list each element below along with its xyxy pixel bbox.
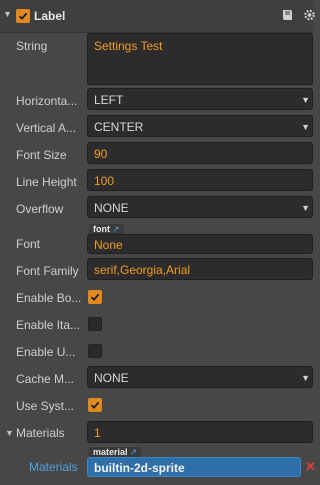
cache-mode-label: Cache M... <box>16 372 75 386</box>
enable-underline-checkbox[interactable] <box>88 344 102 358</box>
enable-italic-checkbox[interactable] <box>88 317 102 331</box>
material-value: builtin-2d-sprite <box>94 461 185 475</box>
font-family-label: Font Family <box>16 264 79 278</box>
chevron-down-icon: ▼ <box>301 95 310 105</box>
font-placeholder: None <box>94 238 123 252</box>
cache-mode-value: NONE <box>94 371 129 385</box>
overflow-select[interactable]: NONE ▼ <box>87 196 313 218</box>
use-system-font-checkbox[interactable] <box>88 398 102 412</box>
component-enabled-checkbox[interactable] <box>16 9 30 23</box>
line-height-input[interactable]: 100 <box>87 169 313 191</box>
materials-item-label: Materials <box>29 460 78 474</box>
materials-label: Materials <box>16 426 65 440</box>
overflow-value: NONE <box>94 201 129 215</box>
chevron-down-icon: ▼ <box>301 373 310 383</box>
remove-icon[interactable]: ✕ <box>305 459 316 475</box>
vertical-align-label: Vertical A... <box>16 121 77 135</box>
material-asset-field[interactable]: builtin-2d-sprite <box>87 457 301 477</box>
component-header[interactable]: ▼ Label <box>0 0 316 33</box>
horizontal-align-label: Horizonta... <box>16 94 78 108</box>
collapse-arrow-icon[interactable]: ▼ <box>3 9 12 19</box>
overflow-label: Overflow <box>16 202 64 216</box>
materials-count-value: 1 <box>94 426 101 440</box>
font-family-input[interactable]: serif,Georgia,Arial <box>87 258 313 280</box>
font-size-value: 90 <box>94 147 108 161</box>
external-link-icon[interactable]: ↗ <box>130 447 138 457</box>
use-system-font-label: Use Syst... <box>16 399 75 413</box>
line-height-value: 100 <box>94 174 115 188</box>
font-label: Font <box>16 237 41 251</box>
enable-underline-label: Enable U... <box>16 345 76 359</box>
horizontal-align-value: LEFT <box>94 93 124 107</box>
materials-collapse-arrow-icon[interactable]: ▼ <box>5 428 14 438</box>
chevron-down-icon: ▼ <box>301 122 310 132</box>
string-textarea[interactable]: Settings Test <box>87 33 313 85</box>
materials-count-input[interactable]: 1 <box>87 421 313 443</box>
horizontal-align-select[interactable]: LEFT ▼ <box>87 88 313 110</box>
vertical-align-value: CENTER <box>94 120 144 134</box>
enable-italic-label: Enable Ita... <box>16 318 81 332</box>
font-size-input[interactable]: 90 <box>87 142 313 164</box>
font-asset-field[interactable]: None <box>87 234 313 254</box>
material-tag-label: material <box>93 447 128 457</box>
enable-bold-checkbox[interactable] <box>88 290 102 304</box>
line-height-label: Line Height <box>16 175 77 189</box>
book-icon[interactable] <box>281 8 294 22</box>
font-tag-label: font <box>93 224 110 234</box>
string-label: String <box>16 39 48 53</box>
cache-mode-select[interactable]: NONE ▼ <box>87 366 313 388</box>
string-value: Settings Test <box>94 39 163 53</box>
component-title: Label <box>34 9 66 23</box>
font-size-label: Font Size <box>16 148 67 162</box>
external-link-icon[interactable]: ↗ <box>112 224 120 234</box>
font-family-value: serif,Georgia,Arial <box>94 263 191 277</box>
vertical-align-select[interactable]: CENTER ▼ <box>87 115 313 137</box>
chevron-down-icon: ▼ <box>301 203 310 213</box>
enable-bold-label: Enable Bo... <box>16 291 82 305</box>
gear-icon[interactable] <box>303 8 316 22</box>
